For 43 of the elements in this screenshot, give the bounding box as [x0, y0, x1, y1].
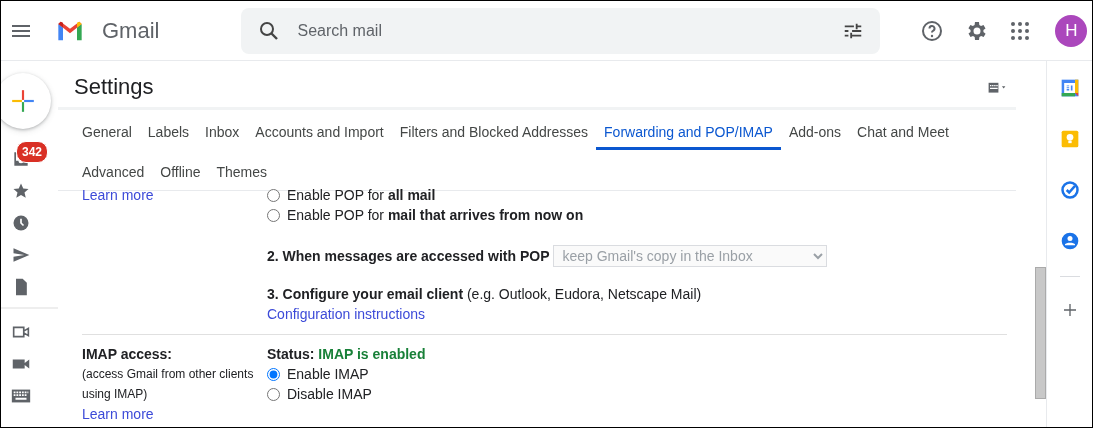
- settings-tab[interactable]: Themes: [208, 150, 276, 190]
- learn-more-link[interactable]: Learn more: [82, 187, 154, 203]
- settings-tab[interactable]: Inbox: [197, 110, 248, 150]
- avatar[interactable]: H: [1055, 14, 1088, 47]
- settings-tab[interactable]: General: [74, 110, 140, 150]
- radio-button[interactable]: [267, 208, 280, 222]
- section-label: IMAP access:: [82, 345, 173, 364]
- status-value: IMAP is enabled: [318, 346, 426, 362]
- search-bar[interactable]: Search mail: [241, 7, 881, 54]
- radio-button[interactable]: [267, 367, 280, 381]
- configuration-link[interactable]: Configuration instructions: [267, 304, 425, 324]
- option-label: 2. When messages are accessed with POP: [267, 247, 550, 266]
- radio-button[interactable]: [267, 188, 280, 202]
- calendar-icon[interactable]: [1059, 78, 1080, 98]
- settings-tab[interactable]: Add-ons: [780, 110, 850, 150]
- settings-tab[interactable]: Filters and Blocked Addresses: [391, 110, 597, 150]
- option-label: Disable IMAP: [287, 385, 372, 404]
- settings-tab[interactable]: Advanced: [74, 150, 153, 190]
- add-icon[interactable]: [1061, 302, 1078, 318]
- radio-button[interactable]: [267, 387, 280, 401]
- person-icon[interactable]: [1059, 231, 1080, 251]
- option-label: 3. Configure your email client (e.g. Outlook, Eudora, Netscape Mail): [267, 285, 703, 304]
- plus-icon: [10, 88, 36, 114]
- section-description: (access Gmail from other clients using IMAP): [82, 366, 255, 403]
- settings-tab[interactable]: Accounts and Import: [247, 110, 392, 150]
- settings-tab[interactable]: Forwarding and POP/IMAP: [596, 110, 781, 150]
- unread-count-badge: 342: [16, 141, 49, 163]
- settings-tab[interactable]: Chat and Meet: [849, 110, 957, 150]
- check-circle-icon[interactable]: [1059, 180, 1080, 200]
- option-label: Enable POP for all mail: [287, 186, 436, 205]
- compose-button[interactable]: [1, 73, 51, 129]
- search-input[interactable]: Search mail: [295, 17, 843, 44]
- option-label: Enable IMAP: [287, 365, 369, 384]
- learn-more-link[interactable]: Learn more: [82, 406, 154, 422]
- status-label: Status:: [267, 346, 315, 362]
- clock-icon[interactable]: [11, 213, 31, 233]
- settings-tab[interactable]: Offline: [152, 150, 209, 190]
- app-name: Gmail: [102, 17, 160, 45]
- help-icon[interactable]: [920, 18, 945, 43]
- scrollbar[interactable]: [1035, 267, 1046, 399]
- settings-tab[interactable]: Labels: [139, 110, 198, 150]
- page-title: Settings: [74, 73, 154, 101]
- option-label: Enable POP for mail that arrives from now on: [287, 206, 584, 225]
